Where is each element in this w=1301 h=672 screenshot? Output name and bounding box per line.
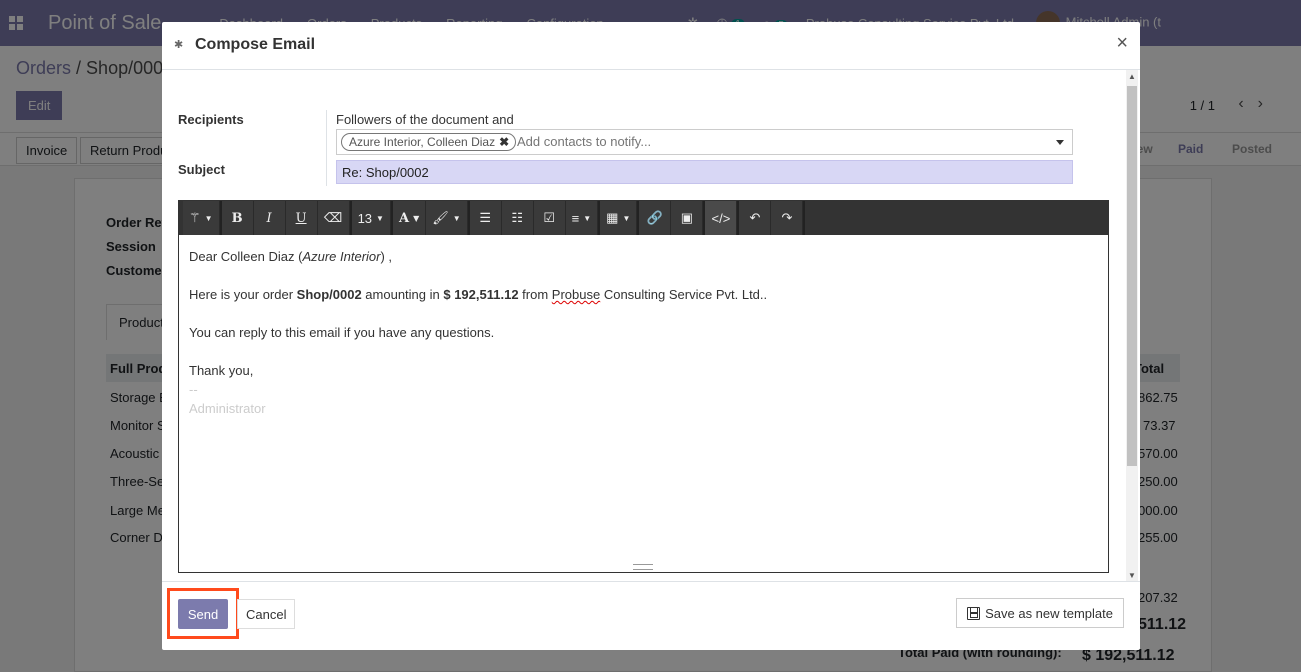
order-text: Consulting Service Pvt. Ltd.. [600, 287, 768, 302]
recipient-tag: Azure Interior, Colleen Diaz ✖ [341, 133, 517, 151]
subject-label: Subject [178, 162, 225, 177]
followers-text: Followers of the document and [336, 112, 514, 127]
recipients-field[interactable]: Azure Interior, Colleen Diaz ✖ [336, 129, 1073, 155]
dialog-header: ✱ Compose Email × [162, 22, 1140, 70]
order-amount: $ 192,511.12 [443, 287, 519, 302]
remove-tag-icon[interactable]: ✖ [499, 135, 509, 149]
toolbar-group-code: </> [705, 201, 740, 235]
undo-icon[interactable]: ↶ [739, 201, 772, 235]
thanks-line: Thank you, [189, 363, 254, 378]
close-icon[interactable]: × [1116, 32, 1128, 55]
numbered-list-icon[interactable]: ☷ [501, 201, 534, 235]
eraser-icon[interactable]: ⌫ [317, 201, 350, 235]
toolbar-group-insert: 🔗 ▣ [639, 201, 706, 235]
bug-icon: ✱ [174, 39, 184, 51]
order-text: from [518, 287, 552, 302]
order-ref: Shop/0002 [296, 287, 362, 302]
greeting-line: Dear Colleen Diaz (Azure Interior) , [189, 247, 1089, 266]
paintbrush-icon[interactable]: 🖌 ▼ [426, 201, 468, 235]
save-template-label: Save as new template [985, 605, 1113, 621]
signature-name: Administrator [189, 401, 266, 416]
reply-line: You can reply to this email if you have … [189, 325, 495, 340]
text-color-dropdown[interactable]: A ▼ [392, 201, 427, 235]
toolbar-group-style: ⚚ ▼ [183, 201, 222, 235]
dialog-body: ▲ ▼ Recipients Followers of the document… [162, 70, 1140, 581]
order-text: amounting in [361, 287, 444, 302]
greeting-end: ) , [380, 249, 393, 264]
checklist-icon[interactable]: ☑ [533, 201, 566, 235]
dialog-title: Compose Email [195, 36, 316, 53]
recipient-tag-label: Azure Interior, Colleen Diaz [349, 135, 496, 149]
save-template-button[interactable]: Save as new template [956, 598, 1124, 628]
image-icon[interactable]: ▣ [671, 201, 704, 235]
code-view-icon[interactable]: </> [705, 201, 738, 235]
toolbar-group-table: ▦ ▼ [600, 201, 640, 235]
dialog-footer: Send Cancel Save as new template [162, 581, 1140, 650]
font-size-value: 13 [357, 210, 373, 226]
toolbar-group-history: ↶ ↷ [739, 201, 806, 235]
field-separator [326, 110, 327, 186]
recipients-input[interactable] [517, 134, 1017, 149]
scroll-down-icon[interactable]: ▼ [1126, 571, 1138, 581]
table-icon[interactable]: ▦ ▼ [600, 201, 638, 235]
signature-separator: -- [189, 382, 198, 397]
bold-button[interactable]: B [221, 201, 254, 235]
toolbar-group-size: 13 ▼ [351, 201, 393, 235]
bullet-list-icon[interactable]: ☰ [469, 201, 502, 235]
email-body-content[interactable]: Dear Colleen Diaz (Azure Interior) , Her… [189, 247, 1089, 418]
greeting-company: Azure Interior [302, 249, 381, 264]
order-line: Here is your order Shop/0002 amounting i… [189, 285, 1089, 304]
subject-input[interactable]: Re: Shop/0002 [336, 160, 1073, 184]
compose-email-dialog: ✱ Compose Email × ▲ ▼ Recipients Followe… [162, 22, 1140, 650]
email-body-editor[interactable]: ⚚ ▼ B I U ⌫ 13 ▼ A ▼ 🖌 ▼ ☰ ☷ ☑ ≡ ▼ ▦ ▼ 🔗… [178, 200, 1109, 573]
dialog-scrollbar[interactable]: ▲ ▼ [1126, 70, 1138, 581]
editor-resize-handle[interactable] [633, 564, 653, 570]
recipients-label: Recipients [178, 112, 244, 127]
redo-icon[interactable]: ↷ [771, 201, 804, 235]
greeting-text: Dear Colleen Diaz ( [189, 249, 303, 264]
scroll-up-icon[interactable]: ▲ [1126, 72, 1138, 82]
magic-wand-icon[interactable]: ⚚ ▼ [183, 201, 220, 235]
order-text: Here is your order [189, 287, 297, 302]
scroll-thumb[interactable] [1127, 86, 1137, 466]
italic-button[interactable]: I [253, 201, 286, 235]
align-dropdown[interactable]: ≡ ▼ [565, 201, 599, 235]
send-button[interactable]: Send [178, 599, 228, 629]
caret-down-icon[interactable] [1056, 140, 1064, 145]
toolbar-group-color: A ▼ 🖌 ▼ [392, 201, 470, 235]
cancel-button[interactable]: Cancel [237, 599, 296, 629]
toolbar-group-font: B I U ⌫ [221, 201, 352, 235]
font-size-dropdown[interactable]: 13 ▼ [351, 201, 391, 235]
editor-toolbar: ⚚ ▼ B I U ⌫ 13 ▼ A ▼ 🖌 ▼ ☰ ☷ ☑ ≡ ▼ ▦ ▼ 🔗… [179, 201, 1108, 235]
link-icon[interactable]: 🔗 [639, 201, 672, 235]
toolbar-group-para: ☰ ☷ ☑ ≡ ▼ [469, 201, 601, 235]
underline-button[interactable]: U [285, 201, 318, 235]
floppy-disk-icon [967, 606, 981, 620]
spellcheck-word: Probuse [551, 287, 601, 302]
